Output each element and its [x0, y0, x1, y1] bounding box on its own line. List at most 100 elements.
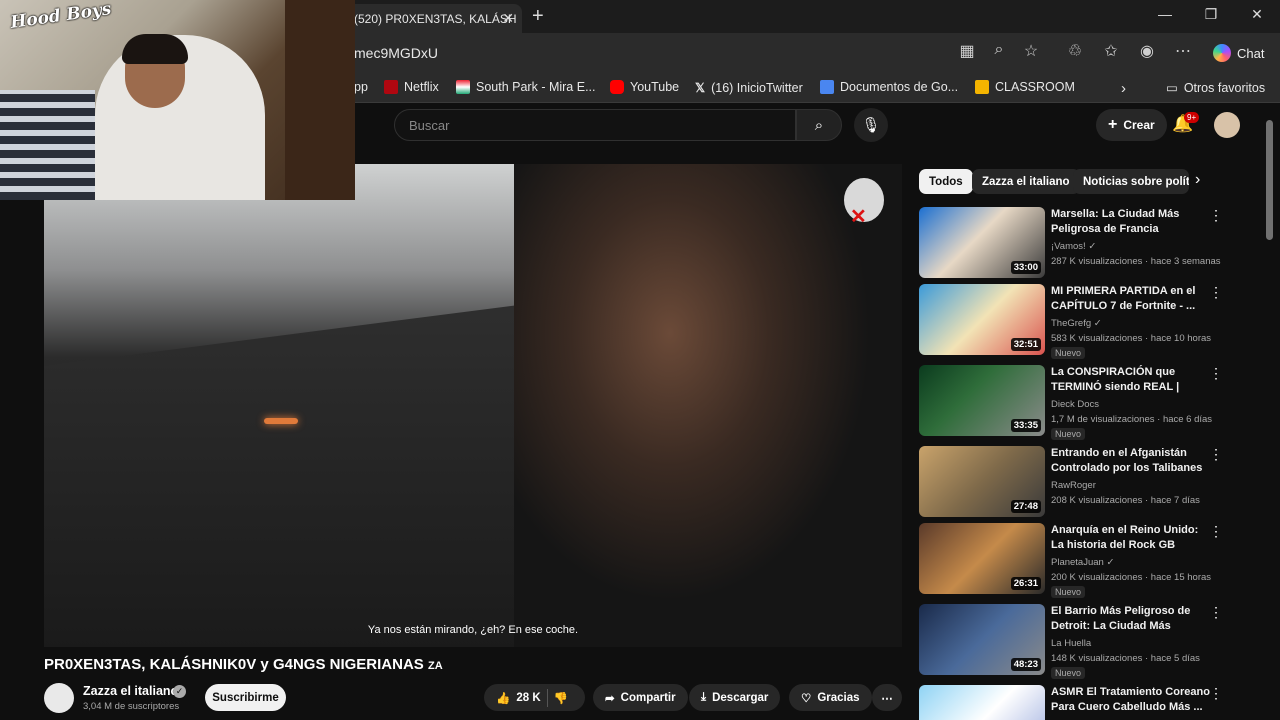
subscribe-button[interactable]: Suscribirme: [205, 684, 286, 711]
video-thumbnail[interactable]: 27:48: [919, 446, 1045, 517]
bookmark-netflix[interactable]: Netflix: [384, 80, 439, 94]
dislike-button[interactable]: 👎: [554, 691, 568, 705]
video-frame-light: [264, 418, 298, 424]
recommendation-title[interactable]: Anarquía en el Reino Unido: La historia …: [1051, 523, 1211, 553]
account-avatar[interactable]: [1214, 112, 1240, 138]
minimize-icon[interactable]: —: [1153, 6, 1177, 22]
video-duration: 33:35: [1010, 419, 1041, 432]
more-actions-button[interactable]: ⋯: [872, 684, 902, 711]
subscriber-count: 3,04 M de suscriptores: [83, 701, 180, 712]
like-button[interactable]: 👍 28 K: [496, 691, 541, 705]
chip-news[interactable]: Noticias sobre polític: [1073, 169, 1189, 194]
channel-avatar[interactable]: [44, 683, 74, 713]
recommendation-channel[interactable]: TheGrefg ✓: [1051, 318, 1102, 329]
video-duration: 27:48: [1010, 500, 1041, 513]
recommendation-item[interactable]: 33:35 La CONSPIRACIÓN que TERMINÓ siendo…: [919, 365, 1264, 440]
share-button[interactable]: ➦ Compartir: [593, 684, 688, 711]
channel-name[interactable]: Zazza el italiano: [83, 684, 178, 698]
webcam-hair: [122, 34, 188, 64]
search-input[interactable]: Buscar: [394, 109, 796, 141]
video-thumbnail[interactable]: 48:23: [919, 604, 1045, 675]
bookmark-pp[interactable]: pp: [354, 80, 368, 94]
bookmark-docs[interactable]: Documentos de Go...: [820, 80, 958, 94]
kebab-menu-icon[interactable]: ⋮: [1209, 685, 1223, 702]
recommendation-title[interactable]: Marsella: La Ciudad Más Peligrosa de Fra…: [1051, 207, 1211, 237]
window-close-icon[interactable]: ✕: [1245, 6, 1269, 23]
create-button[interactable]: + Crear: [1096, 109, 1167, 141]
kebab-menu-icon[interactable]: ⋮: [1209, 365, 1223, 382]
recommendation-title[interactable]: El Barrio Más Peligroso de Detroit: La C…: [1051, 604, 1211, 634]
tab-title: (520) PR0XEN3TAS, KALÁSH: [354, 11, 517, 26]
search-icon: ⌕: [814, 116, 824, 134]
favorite-star-icon[interactable]: ☆: [1019, 41, 1043, 61]
recommendation-item[interactable]: 48:23 El Barrio Más Peligroso de Detroit…: [919, 604, 1264, 679]
search-button[interactable]: ⌕: [796, 109, 842, 141]
kebab-menu-icon[interactable]: ⋮: [1209, 446, 1223, 463]
recommendation-title[interactable]: MI PRIMERA PARTIDA en el CAPÍTULO 7 de F…: [1051, 284, 1211, 314]
video-thumbnail[interactable]: 33:00: [919, 207, 1045, 278]
video-player[interactable]: ✕ Ya nos están mirando, ¿eh? En ese coch…: [44, 164, 902, 647]
recommendation-channel[interactable]: ¡Vamos! ✓: [1051, 241, 1096, 252]
bookmark-youtube[interactable]: YouTube: [610, 80, 679, 94]
video-thumbnail[interactable]: 32:51: [919, 284, 1045, 355]
new-tab-icon[interactable]: +: [532, 5, 544, 28]
bookmark-other-favorites[interactable]: ▭ Otros favoritos: [1166, 80, 1265, 96]
recommendation-item[interactable]: 32:51 MI PRIMERA PARTIDA en el CAPÍTULO …: [919, 284, 1264, 359]
video-thumbnail[interactable]: 33:35: [919, 365, 1045, 436]
video-thumbnail[interactable]: 26:31: [919, 523, 1045, 594]
zoom-icon[interactable]: ⌕: [987, 41, 1011, 59]
grid-icon[interactable]: ▦: [955, 41, 979, 61]
recommendation-item[interactable]: 26:31 Anarquía en el Reino Unido: La his…: [919, 523, 1264, 598]
profile-icon[interactable]: ◉: [1135, 41, 1159, 61]
bookmark-south-park[interactable]: South Park - Mira E...: [456, 80, 595, 94]
verified-icon: ✓: [1093, 318, 1102, 329]
extensions-icon[interactable]: ♲: [1063, 41, 1087, 61]
scrollbar-thumb[interactable]: [1266, 120, 1273, 240]
video-thumbnail[interactable]: [919, 685, 1045, 720]
recommendation-item[interactable]: 27:48 Entrando en el Afganistán Controla…: [919, 446, 1264, 520]
copilot-chat-button[interactable]: Chat: [1205, 40, 1272, 66]
chip-channel[interactable]: Zazza el italiano: [972, 169, 1080, 194]
kebab-menu-icon[interactable]: ⋮: [1209, 284, 1223, 301]
url-field[interactable]: mec9MGDxU: [354, 45, 438, 61]
x-icon: 𝕏: [695, 81, 706, 95]
video-duration: 48:23: [1010, 658, 1041, 671]
favorites-icon[interactable]: ✩: [1099, 41, 1123, 61]
webcam-wardrobe: [285, 0, 355, 200]
recommendation-title[interactable]: ASMR El Tratamiento Coreano Para Cuero C…: [1051, 685, 1211, 715]
verified-icon: ✓: [1106, 557, 1115, 568]
kebab-menu-icon[interactable]: ⋮: [1209, 523, 1223, 540]
thumbs-up-icon: 👍: [496, 692, 511, 705]
kebab-menu-icon[interactable]: ⋮: [1209, 207, 1223, 224]
recommendation-channel[interactable]: Dieck Docs: [1051, 399, 1099, 410]
recommendation-channel[interactable]: PlanetaJuan ✓: [1051, 557, 1114, 568]
chevron-right-icon[interactable]: ›: [1195, 171, 1200, 189]
thanks-icon: ♡: [801, 692, 812, 705]
restore-icon[interactable]: ❐: [1199, 6, 1223, 23]
recommendation-channel[interactable]: La Huella: [1051, 638, 1091, 649]
bookmark-twitter[interactable]: 𝕏 (16) InicioTwitter: [695, 80, 803, 96]
docs-icon: [820, 80, 834, 94]
notification-badge: 9+: [1184, 112, 1200, 123]
kebab-menu-icon[interactable]: ⋮: [1209, 604, 1223, 621]
close-icon[interactable]: ✕: [502, 10, 514, 27]
recommendation-title[interactable]: Entrando en el Afganistán Controlado por…: [1051, 446, 1211, 476]
folder-icon: ▭: [1166, 81, 1178, 95]
youtube-icon: [610, 80, 624, 94]
netflix-icon: [384, 80, 398, 94]
recommendation-title[interactable]: La CONSPIRACIÓN que TERMINÓ siendo REAL …: [1051, 365, 1211, 395]
copilot-icon: [1213, 44, 1231, 62]
download-button[interactable]: ⤓ Descargar: [689, 684, 781, 711]
more-icon[interactable]: ⋯: [1171, 41, 1195, 61]
recommendation-item[interactable]: 33:00 Marsella: La Ciudad Más Peligrosa …: [919, 207, 1264, 281]
chip-all[interactable]: Todos: [919, 169, 973, 194]
thanks-button[interactable]: ♡ Gracias: [789, 684, 872, 711]
browser-tab-active[interactable]: (520) PR0XEN3TAS, KALÁSH ✕: [340, 4, 522, 33]
chevron-right-icon[interactable]: ›: [1121, 80, 1126, 97]
new-badge: Nuevo: [1051, 428, 1086, 440]
watermark-x-icon: ✕: [850, 206, 867, 228]
voice-search-button[interactable]: 🎙: [854, 108, 888, 142]
recommendation-channel[interactable]: RawRoger: [1051, 480, 1096, 491]
recommendation-item[interactable]: ASMR El Tratamiento Coreano Para Cuero C…: [919, 685, 1264, 720]
bookmark-classroom[interactable]: CLASSROOM: [975, 80, 1075, 94]
